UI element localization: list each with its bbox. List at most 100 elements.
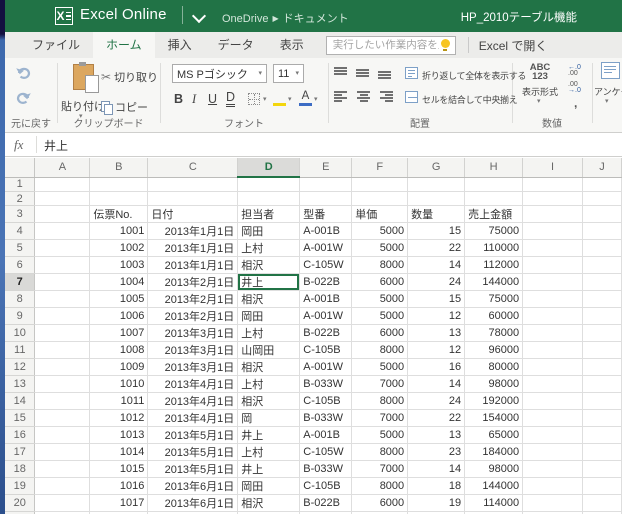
cell-C18[interactable]: 2013年5月1日	[148, 461, 238, 478]
cell-B16[interactable]: 1013	[90, 427, 148, 444]
row-header-11[interactable]: 11	[5, 342, 35, 359]
cell-C7[interactable]: 2013年2月1日	[148, 274, 238, 291]
cell-F7[interactable]: 6000	[352, 274, 408, 291]
tab-data[interactable]: データ	[205, 32, 267, 58]
cell-J18[interactable]	[582, 461, 621, 478]
row-header-6[interactable]: 6	[5, 257, 35, 274]
cell-C19[interactable]: 2013年6月1日	[148, 478, 238, 495]
align-bottom-icon[interactable]	[378, 67, 393, 79]
row-header-13[interactable]: 13	[5, 376, 35, 393]
row-header-2[interactable]: 2	[5, 192, 35, 206]
cell-F1[interactable]	[352, 177, 408, 192]
fill-color-dropdown-arrow[interactable]: ▾	[288, 96, 292, 103]
cell-C12[interactable]: 2013年3月1日	[148, 359, 238, 376]
cell-D13[interactable]: 上村	[238, 376, 300, 393]
comma-style-button[interactable]: ,	[574, 96, 577, 110]
cell-F5[interactable]: 5000	[352, 240, 408, 257]
cell-E1[interactable]	[300, 177, 352, 192]
cell-G8[interactable]: 15	[408, 291, 465, 308]
row-header-1[interactable]: 1	[5, 177, 35, 192]
increase-decimal-button[interactable]: ←.0 .00	[568, 65, 581, 77]
cell-F3[interactable]: 単価	[352, 206, 408, 223]
cell-A18[interactable]	[35, 461, 90, 478]
cell-I3[interactable]	[523, 206, 583, 223]
cell-A11[interactable]	[35, 342, 90, 359]
chevron-down-icon[interactable]	[192, 9, 206, 23]
cell-A16[interactable]	[35, 427, 90, 444]
cell-C8[interactable]: 2013年2月1日	[148, 291, 238, 308]
cell-E16[interactable]: A-001B	[300, 427, 352, 444]
cell-C20[interactable]: 2013年6月1日	[148, 495, 238, 512]
cut-button[interactable]: ✂ 切り取り	[101, 69, 158, 85]
cell-F2[interactable]	[352, 192, 408, 206]
cell-F18[interactable]: 7000	[352, 461, 408, 478]
wrap-text-icon[interactable]	[405, 67, 418, 79]
cell-J20[interactable]	[582, 495, 621, 512]
cell-E7[interactable]: B-022B	[300, 274, 352, 291]
column-header-F[interactable]: F	[352, 158, 408, 177]
cell-C2[interactable]	[148, 192, 238, 206]
row-header-15[interactable]: 15	[5, 410, 35, 427]
cell-J17[interactable]	[582, 444, 621, 461]
borders-icon[interactable]	[248, 93, 260, 105]
tab-insert[interactable]: 挿入	[155, 32, 205, 58]
cell-B20[interactable]: 1017	[90, 495, 148, 512]
cell-H8[interactable]: 75000	[465, 291, 523, 308]
cell-A19[interactable]	[35, 478, 90, 495]
breadcrumb-folder[interactable]: ドキュメント	[283, 13, 349, 25]
cell-A6[interactable]	[35, 257, 90, 274]
cell-E6[interactable]: C-105W	[300, 257, 352, 274]
cell-G15[interactable]: 22	[408, 410, 465, 427]
cell-F15[interactable]: 7000	[352, 410, 408, 427]
cell-H1[interactable]	[465, 177, 523, 192]
cell-H5[interactable]: 110000	[465, 240, 523, 257]
cell-B12[interactable]: 1009	[90, 359, 148, 376]
cell-B19[interactable]: 1016	[90, 478, 148, 495]
number-format-icon[interactable]: ABC 123	[522, 63, 558, 81]
cell-G19[interactable]: 18	[408, 478, 465, 495]
cell-D6[interactable]: 相沢	[238, 257, 300, 274]
cell-G18[interactable]: 14	[408, 461, 465, 478]
cell-F14[interactable]: 8000	[352, 393, 408, 410]
undo-icon[interactable]	[15, 66, 32, 81]
align-center-icon[interactable]	[356, 91, 371, 103]
cell-D16[interactable]: 井上	[238, 427, 300, 444]
cell-G6[interactable]: 14	[408, 257, 465, 274]
cell-G3[interactable]: 数量	[408, 206, 465, 223]
cell-I15[interactable]	[523, 410, 583, 427]
cell-H6[interactable]: 112000	[465, 257, 523, 274]
cell-D7[interactable]: 井上	[238, 274, 300, 291]
cell-I7[interactable]	[523, 274, 583, 291]
cell-J4[interactable]	[582, 223, 621, 240]
italic-button[interactable]: I	[192, 91, 196, 107]
align-top-icon[interactable]	[334, 67, 349, 79]
column-header-I[interactable]: I	[523, 158, 583, 177]
cell-E4[interactable]: A-001B	[300, 223, 352, 240]
cell-F17[interactable]: 8000	[352, 444, 408, 461]
cell-B2[interactable]	[90, 192, 148, 206]
cell-C9[interactable]: 2013年2月1日	[148, 308, 238, 325]
cell-I4[interactable]	[523, 223, 583, 240]
row-header-18[interactable]: 18	[5, 461, 35, 478]
cell-G11[interactable]: 12	[408, 342, 465, 359]
cell-D15[interactable]: 岡	[238, 410, 300, 427]
fx-icon[interactable]: fx	[14, 137, 23, 153]
cell-B8[interactable]: 1005	[90, 291, 148, 308]
cell-H15[interactable]: 154000	[465, 410, 523, 427]
cell-D12[interactable]: 相沢	[238, 359, 300, 376]
cell-G4[interactable]: 15	[408, 223, 465, 240]
cell-B5[interactable]: 1002	[90, 240, 148, 257]
cell-E19[interactable]: C-105B	[300, 478, 352, 495]
cell-I8[interactable]	[523, 291, 583, 308]
cell-I16[interactable]	[523, 427, 583, 444]
cell-C15[interactable]: 2013年4月1日	[148, 410, 238, 427]
number-format-button[interactable]: 表示形式	[512, 85, 568, 98]
cell-D3[interactable]: 担当者	[238, 206, 300, 223]
cell-F11[interactable]: 8000	[352, 342, 408, 359]
cell-B14[interactable]: 1011	[90, 393, 148, 410]
number-format-dropdown-arrow[interactable]: ▾	[537, 98, 541, 105]
cell-B15[interactable]: 1012	[90, 410, 148, 427]
cell-H12[interactable]: 80000	[465, 359, 523, 376]
cell-H10[interactable]: 78000	[465, 325, 523, 342]
tell-me-search[interactable]	[326, 36, 456, 55]
